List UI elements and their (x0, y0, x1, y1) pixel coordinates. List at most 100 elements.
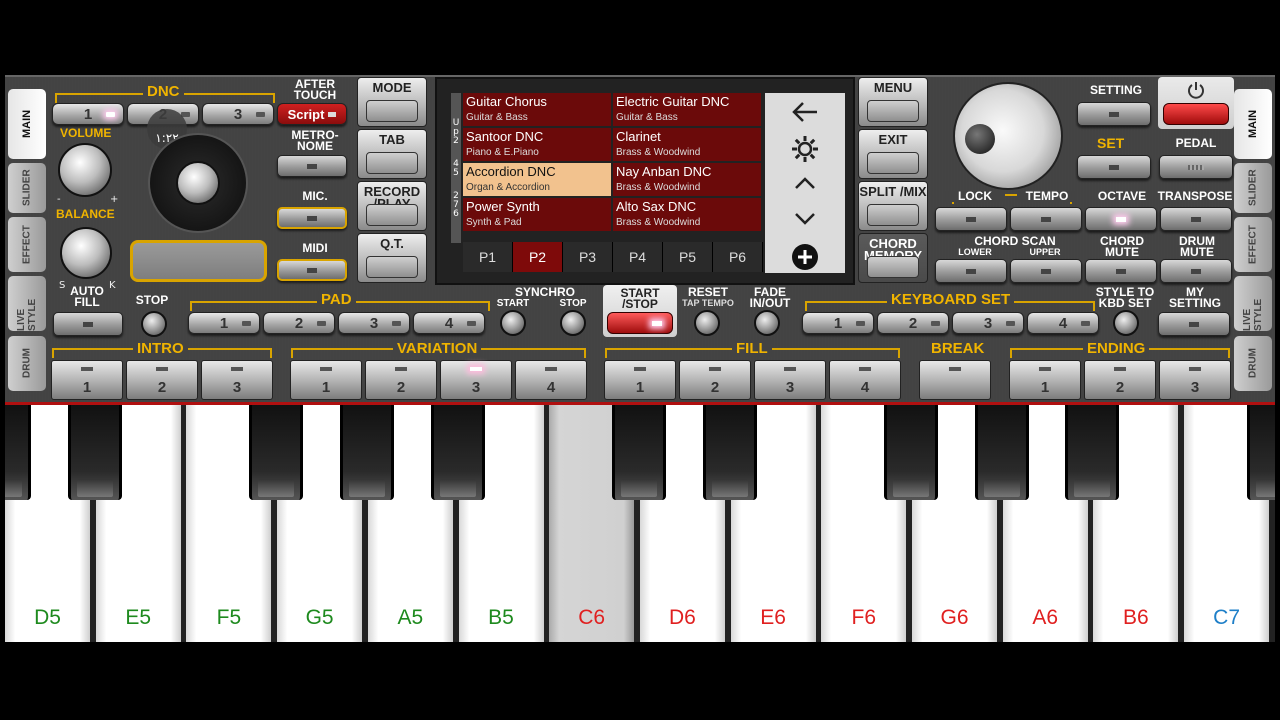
auto-fill-button[interactable] (53, 312, 123, 336)
chevron-up-icon[interactable] (793, 175, 817, 191)
kbd-set-button-2[interactable]: 2 (877, 312, 949, 334)
page-tab-p6[interactable]: P6 (713, 242, 763, 272)
menu-button[interactable]: MENU (858, 77, 928, 127)
pedal-button[interactable] (1159, 155, 1233, 179)
chord-mute-button[interactable] (1085, 259, 1157, 283)
break-button[interactable] (919, 360, 991, 400)
tempo-button[interactable] (1010, 207, 1082, 231)
black-key-gsharp5[interactable] (339, 405, 394, 500)
chord-memory-button[interactable]: CHORD MEMORY (858, 233, 928, 283)
kbd-set-button-1[interactable]: 1 (802, 312, 874, 334)
black-key-csharp6[interactable] (611, 405, 666, 500)
chord-scan-lower-button[interactable] (935, 259, 1007, 283)
tab-button[interactable]: TAB (357, 129, 427, 179)
tab-effect-left[interactable]: EFFECT (8, 217, 46, 272)
fill-button-2[interactable]: 2 (679, 360, 751, 400)
ending-button-1[interactable]: 1 (1009, 360, 1081, 400)
transpose-button[interactable] (1160, 207, 1232, 231)
black-key-dsharp6[interactable] (702, 405, 757, 500)
dnc-button-3[interactable]: 3 (202, 103, 274, 125)
sound-slot-selected[interactable]: Accordion DNC Organ & Accordion (463, 163, 611, 196)
drum-mute-button[interactable] (1160, 259, 1232, 283)
page-tab-p2[interactable]: P2 (513, 242, 563, 272)
sound-slot[interactable]: Alto Sax DNC Brass & Woodwind (613, 198, 761, 231)
variation-button-4[interactable]: 4 (515, 360, 587, 400)
split-mix-button[interactable]: SPLIT /MIX (858, 181, 928, 231)
sound-slot[interactable]: Guitar Chorus Guitar & Bass (463, 93, 611, 126)
synchro-stop-button[interactable] (560, 310, 586, 336)
dnc-button-1[interactable]: 1 (52, 103, 124, 125)
tab-drum-left[interactable]: DRUM (8, 336, 46, 391)
reset-tap-tempo-button[interactable] (694, 310, 720, 336)
black-key-asharp5[interactable] (430, 405, 485, 500)
variation-button-1[interactable]: 1 (290, 360, 362, 400)
variation-button-2[interactable]: 2 (365, 360, 437, 400)
script-button[interactable]: Script (277, 103, 347, 125)
ending-button-2[interactable]: 2 (1084, 360, 1156, 400)
joystick-ball[interactable] (176, 161, 220, 205)
pitch-bend-bar[interactable] (130, 240, 267, 282)
power-button[interactable] (1163, 103, 1229, 125)
midi-button[interactable] (277, 259, 347, 281)
mic-button[interactable] (277, 207, 347, 229)
variation-button-3[interactable]: 3 (440, 360, 512, 400)
sound-slot[interactable]: Electric Guitar DNC Guitar & Bass (613, 93, 761, 126)
chevron-down-icon[interactable] (793, 211, 817, 227)
metronome-button[interactable] (277, 155, 347, 177)
tab-slider-right[interactable]: SLIDER (1234, 163, 1272, 213)
my-setting-button[interactable] (1158, 312, 1230, 336)
tab-main-left[interactable]: MAIN (8, 89, 46, 159)
start-stop-button[interactable] (607, 312, 673, 334)
pad-button-1[interactable]: 1 (188, 312, 260, 334)
fade-button[interactable] (754, 310, 780, 336)
kbd-set-button-4[interactable]: 4 (1027, 312, 1099, 334)
black-key-csharp7[interactable] (1246, 405, 1275, 500)
tab-live-style-right[interactable]: LIVE STYLE (1234, 276, 1272, 331)
pad-stop-button[interactable] (141, 311, 167, 337)
black-key[interactable] (5, 405, 31, 500)
lock-button[interactable] (935, 207, 1007, 231)
black-key-dsharp5[interactable] (67, 405, 122, 500)
pad-button-2[interactable]: 2 (263, 312, 335, 334)
balance-knob[interactable] (60, 227, 112, 279)
black-key-gsharp6[interactable] (974, 405, 1029, 500)
set-button[interactable] (1077, 155, 1151, 179)
fill-button-4[interactable]: 4 (829, 360, 901, 400)
intro-button-3[interactable]: 3 (201, 360, 273, 400)
pad-button-4[interactable]: 4 (413, 312, 485, 334)
pad-button-3[interactable]: 3 (338, 312, 410, 334)
gear-icon[interactable] (789, 133, 821, 165)
black-key-asharp6[interactable] (1065, 405, 1120, 500)
tab-main-right[interactable]: MAIN (1234, 89, 1272, 159)
tab-live-style-left[interactable]: LIVE STYLE (8, 276, 46, 331)
ending-button-3[interactable]: 3 (1159, 360, 1231, 400)
page-tab-p5[interactable]: P5 (663, 242, 713, 272)
tab-effect-right[interactable]: EFFECT (1234, 217, 1272, 272)
synchro-start-button[interactable] (500, 310, 526, 336)
back-arrow-icon[interactable] (791, 99, 819, 125)
exit-button[interactable]: EXIT (858, 129, 928, 179)
page-tab-p3[interactable]: P3 (563, 242, 613, 272)
sound-slot[interactable]: Santoor DNC Piano & E.Piano (463, 128, 611, 161)
setting-button[interactable] (1077, 102, 1151, 126)
mode-button[interactable]: MODE (357, 77, 427, 127)
chord-scan-upper-button[interactable] (1010, 259, 1082, 283)
tab-drum-right[interactable]: DRUM (1234, 336, 1272, 391)
tab-slider-left[interactable]: SLIDER (8, 163, 46, 213)
sound-slot[interactable]: Power Synth Synth & Pad (463, 198, 611, 231)
sound-slot[interactable]: Clarinet Brass & Woodwind (613, 128, 761, 161)
black-key-fsharp6[interactable] (884, 405, 938, 500)
page-tab-p1[interactable]: P1 (463, 242, 513, 272)
intro-button-1[interactable]: 1 (51, 360, 123, 400)
octave-button[interactable] (1085, 207, 1157, 231)
record-play-button[interactable]: RECORD /PLAY (357, 181, 427, 231)
qt-button[interactable]: Q.T. (357, 233, 427, 283)
fill-button-3[interactable]: 3 (754, 360, 826, 400)
intro-button-2[interactable]: 2 (126, 360, 198, 400)
style-to-kbd-button[interactable] (1113, 310, 1139, 336)
sound-slot[interactable]: Nay Anban DNC Brass & Woodwind (613, 163, 761, 196)
page-tab-p4[interactable]: P4 (613, 242, 663, 272)
black-key-fsharp5[interactable] (249, 405, 304, 500)
volume-knob[interactable] (58, 143, 112, 197)
fill-button-1[interactable]: 1 (604, 360, 676, 400)
